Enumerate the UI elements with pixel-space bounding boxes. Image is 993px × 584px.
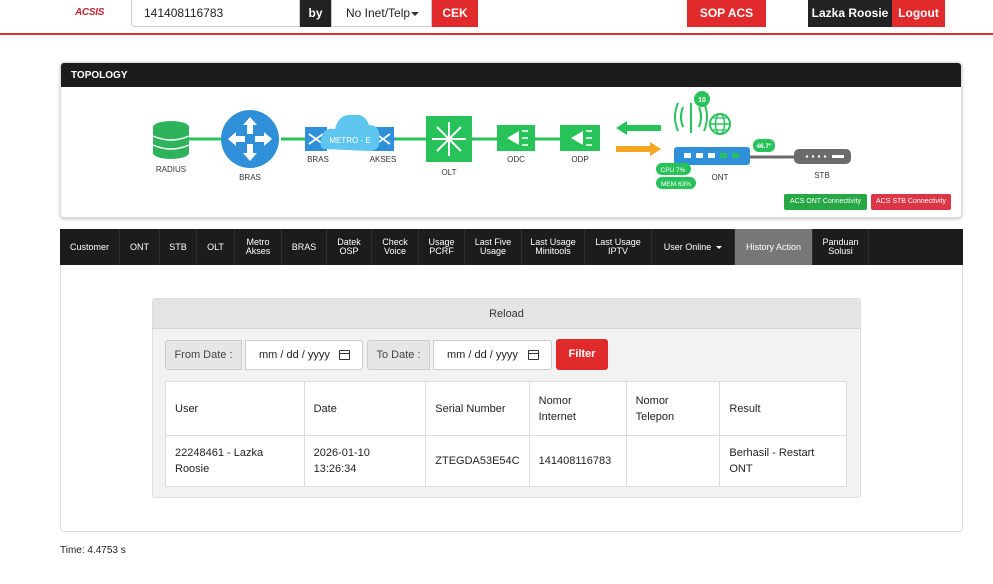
- olt-icon[interactable]: [426, 116, 472, 162]
- cpu-value: CPU 7%: [661, 167, 686, 174]
- bras-label: BRAS: [239, 173, 261, 182]
- odc-splitter-icon[interactable]: [497, 125, 535, 151]
- bras2-label: BRAS: [307, 155, 329, 164]
- column-header-nomor-internet: Nomor Internet: [528, 381, 627, 436]
- arrow-right-icon: [616, 142, 661, 156]
- to-date-input[interactable]: mm / dd / yyyy: [433, 340, 552, 370]
- filter-button[interactable]: Filter: [556, 339, 608, 370]
- topology-title: TOPOLOGY: [61, 63, 961, 87]
- by-label: by: [300, 0, 331, 27]
- stb-device-icon[interactable]: [794, 149, 851, 164]
- tab-customer[interactable]: Customer: [60, 229, 120, 265]
- cell-date: 2026-01-10 13:26:34: [303, 435, 427, 487]
- from-date-input[interactable]: mm / dd / yyyy: [245, 340, 363, 370]
- tab-datek-osp[interactable]: Datek OSP: [327, 229, 372, 265]
- metro-label: METRO - E: [329, 136, 370, 145]
- tab-metro-akses[interactable]: Metro Akses: [235, 229, 282, 265]
- metro-cloud-icon[interactable]: METRO - E: [305, 114, 394, 151]
- cell-serial: ZTEGDA53E54C: [425, 435, 530, 487]
- ont-device-icon[interactable]: [674, 147, 750, 165]
- mem-value: MEM 63%: [661, 181, 691, 188]
- akses-label: AKSES: [370, 155, 397, 164]
- tab-last-usage-iptv[interactable]: Last Usage IPTV: [585, 229, 652, 265]
- app-logo[interactable]: ACSIS: [75, 7, 104, 18]
- column-header-serial: Serial Number: [425, 381, 530, 436]
- history-table: User Date Serial Number Nomor Internet No…: [165, 381, 847, 487]
- table-row: 22248461 - Lazka Roosie 2026-01-10 13:26:3…: [165, 435, 847, 487]
- column-header-user: User: [165, 381, 305, 436]
- acs-stb-connectivity-badge[interactable]: ACS STB Connectivity: [871, 194, 951, 210]
- wifi-signal-icon: 10: [674, 91, 710, 133]
- radius-icon[interactable]: [152, 121, 190, 159]
- cell-user: 22248461 - Lazka Roosie: [165, 435, 305, 487]
- tab-bar: Customer ONT STB OLT Metro Akses BRAS Dat…: [60, 229, 963, 265]
- cell-nomor-telepon: [625, 435, 721, 487]
- search-by-value: No Inet/Telp: [346, 6, 411, 20]
- chevron-down-icon: [411, 12, 419, 16]
- column-header-nomor-telepon: Nomor Telepon: [625, 381, 721, 436]
- load-time: Time: 4.4753 s: [60, 545, 126, 556]
- tab-user-online[interactable]: User Online: [652, 229, 735, 265]
- bras-router-icon[interactable]: [221, 110, 279, 168]
- tab-check-voice[interactable]: Check Voice: [372, 229, 419, 265]
- reload-button[interactable]: Reload: [153, 299, 860, 329]
- tab-history-action[interactable]: History Action: [735, 229, 813, 265]
- from-date-label: From Date :: [165, 340, 242, 370]
- tab-last-usage-minitools[interactable]: Last Usage Minitools: [522, 229, 585, 265]
- search-by-select[interactable]: No Inet/Telp: [331, 0, 432, 27]
- tab-last-five-usage[interactable]: Last Five Usage: [465, 229, 522, 265]
- acs-ont-connectivity-badge[interactable]: ACS ONT Connectivity: [784, 194, 867, 210]
- stb-label: STB: [814, 171, 830, 180]
- odp-label: ODP: [571, 155, 588, 164]
- table-header-row: User Date Serial Number Nomor Internet No…: [165, 381, 847, 436]
- tab-bras[interactable]: BRAS: [282, 229, 327, 265]
- calendar-icon[interactable]: [339, 350, 350, 360]
- to-date-value: mm / dd / yyyy: [447, 349, 518, 361]
- tab-ont[interactable]: ONT: [120, 229, 160, 265]
- search-input[interactable]: 141408116783: [131, 0, 300, 27]
- history-action-panel: Reload From Date : mm / dd / yyyy To Dat…: [152, 298, 861, 498]
- sop-acs-button[interactable]: SOP ACS: [687, 0, 766, 27]
- topology-panel: TOPOLOGY RADIUS BRAS METRO - E BRAS AKSE…: [60, 62, 962, 218]
- logout-button[interactable]: Logout: [892, 0, 945, 27]
- cell-nomor-internet: 141408116783: [528, 435, 627, 487]
- ont-label: ONT: [712, 173, 729, 182]
- column-header-result: Result: [719, 381, 847, 436]
- temperature-value: 46.7°: [756, 142, 772, 150]
- from-date-value: mm / dd / yyyy: [259, 349, 330, 361]
- odc-label: ODC: [507, 155, 525, 164]
- tab-olt[interactable]: OLT: [197, 229, 235, 265]
- to-date-label: To Date :: [367, 340, 430, 370]
- arrow-left-icon: [616, 121, 661, 135]
- tab-stb[interactable]: STB: [160, 229, 197, 265]
- odp-splitter-icon[interactable]: [560, 125, 600, 151]
- column-header-date: Date: [303, 381, 427, 436]
- radius-label: RADIUS: [156, 165, 186, 174]
- chevron-down-icon: [716, 245, 723, 249]
- wifi-count: 10: [698, 97, 706, 104]
- olt-label: OLT: [442, 168, 457, 177]
- calendar-icon[interactable]: [528, 350, 539, 360]
- globe-icon: [709, 113, 731, 135]
- top-bar: ACSIS 141408116783 by No Inet/Telp CEK S…: [0, 0, 993, 35]
- user-name: Lazka Roosie: [808, 0, 892, 27]
- tab-usage-pcrf[interactable]: Usage PCRF: [419, 229, 465, 265]
- tab-panduan-solusi[interactable]: Panduan Solusi: [813, 229, 869, 265]
- cek-button[interactable]: CEK: [432, 0, 478, 27]
- cell-result: Berhasil - Restart ONT: [719, 435, 847, 487]
